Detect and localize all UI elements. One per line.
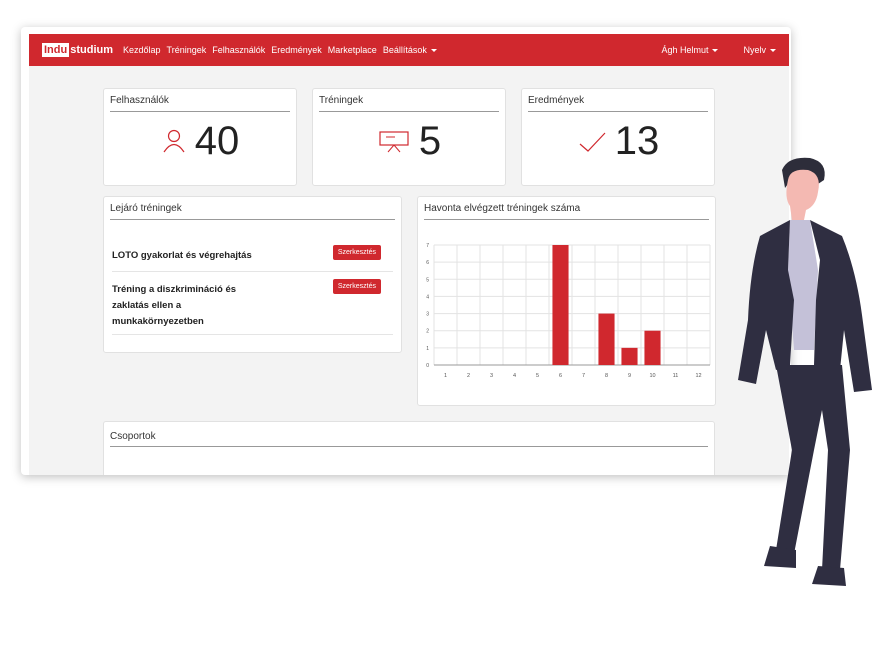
bar bbox=[552, 245, 569, 365]
nav-item-settings[interactable]: Beállítások bbox=[383, 45, 437, 55]
dashboard-content: Felhasználók 40 Tréningek 5 Eredmények 1… bbox=[29, 66, 789, 475]
x-tick-label: 10 bbox=[649, 373, 655, 379]
users-stat-value: 40 bbox=[194, 119, 240, 163]
chart-title: Havonta elvégzett tréningek száma bbox=[424, 203, 581, 214]
training-name: LOTO gyakorlat és végrehajtás bbox=[112, 250, 252, 261]
divider bbox=[528, 111, 708, 112]
bar bbox=[644, 330, 661, 365]
brand-logo[interactable]: Indu studium bbox=[42, 43, 113, 57]
x-tick-label: 1 bbox=[444, 373, 447, 379]
training-name: Tréning a diszkrimináció és zaklatás ell… bbox=[112, 284, 237, 327]
y-tick-label: 3 bbox=[426, 312, 429, 318]
expiring-trainings-title: Lejáró tréningek bbox=[110, 203, 182, 214]
y-tick-label: 4 bbox=[426, 294, 429, 300]
x-tick-label: 12 bbox=[695, 373, 701, 379]
y-tick-label: 2 bbox=[426, 329, 429, 335]
chevron-down-icon bbox=[712, 49, 719, 53]
trainings-stat-value: 5 bbox=[418, 119, 442, 163]
y-tick-label: 6 bbox=[426, 260, 429, 266]
nav-item-marketplace[interactable]: Marketplace bbox=[328, 45, 377, 55]
user-icon bbox=[163, 129, 185, 153]
person-illustration bbox=[738, 157, 872, 586]
x-tick-label: 5 bbox=[536, 373, 539, 379]
language-menu[interactable]: Nyelv bbox=[743, 45, 776, 55]
nav-item-trainings[interactable]: Tréningek bbox=[167, 45, 207, 55]
monthly-bar-chart: 012345671 2 3 4 5 6 7 8 9 10 11 12 bbox=[426, 243, 711, 379]
presentation-icon bbox=[379, 131, 409, 153]
edit-button[interactable]: Szerkesztés bbox=[332, 279, 381, 294]
x-tick-label: 3 bbox=[490, 373, 493, 379]
results-stat-card[interactable]: Eredmények 13 bbox=[521, 88, 715, 186]
chevron-down-icon bbox=[770, 49, 776, 53]
users-stat-title: Felhasználók bbox=[110, 95, 169, 106]
brand-logo-box: Indu bbox=[42, 43, 70, 57]
monthly-trainings-chart-card: Havonta elvégzett tréningek száma 012345… bbox=[417, 196, 716, 406]
brand-logo-text: studium bbox=[70, 44, 113, 56]
x-tick-label: 11 bbox=[673, 373, 679, 379]
row-divider bbox=[112, 271, 393, 272]
bar bbox=[598, 313, 615, 365]
x-tick-label: 2 bbox=[467, 373, 470, 379]
language-label: Nyelv bbox=[743, 45, 766, 55]
navbar: Indu studium Kezdőlap Tréningek Felhaszn… bbox=[29, 34, 789, 66]
divider bbox=[424, 219, 709, 220]
x-tick-label: 9 bbox=[628, 373, 631, 379]
trainings-stat-card[interactable]: Tréningek 5 bbox=[312, 88, 506, 186]
nav-item-users[interactable]: Felhasználók bbox=[212, 45, 265, 55]
app-window: Indu studium Kezdőlap Tréningek Felhaszn… bbox=[21, 27, 791, 475]
x-tick-label: 7 bbox=[582, 373, 585, 379]
bar bbox=[621, 347, 638, 365]
divider bbox=[110, 446, 708, 447]
trainings-stat-title: Tréningek bbox=[319, 95, 364, 106]
divider bbox=[110, 219, 395, 220]
results-stat-value: 13 bbox=[614, 119, 660, 163]
y-tick-label: 5 bbox=[426, 277, 429, 283]
groups-title: Csoportok bbox=[110, 431, 156, 442]
x-tick-label: 6 bbox=[559, 373, 562, 379]
expiring-trainings-card: Lejáró tréningek LOTO gyakorlat és végre… bbox=[103, 196, 402, 353]
x-tick-label: 4 bbox=[513, 373, 516, 379]
edit-button[interactable]: Szerkesztés bbox=[332, 245, 381, 260]
groups-card: Csoportok bbox=[103, 421, 715, 475]
user-name: Ágh Helmut bbox=[661, 45, 709, 55]
user-menu[interactable]: Ágh Helmut bbox=[661, 45, 719, 55]
chevron-down-icon bbox=[430, 49, 437, 53]
y-tick-label: 7 bbox=[426, 243, 429, 249]
y-tick-label: 0 bbox=[426, 363, 429, 369]
divider bbox=[319, 111, 499, 112]
x-tick-label: 8 bbox=[605, 373, 608, 379]
nav-item-results[interactable]: Eredmények bbox=[271, 45, 322, 55]
row-divider bbox=[112, 334, 393, 335]
nav-item-settings-label: Beállítások bbox=[382, 45, 427, 55]
y-tick-label: 1 bbox=[426, 346, 429, 352]
checkmark-icon bbox=[579, 132, 606, 152]
divider bbox=[110, 111, 290, 112]
nav-item-home[interactable]: Kezdőlap bbox=[123, 45, 161, 55]
users-stat-card[interactable]: Felhasználók 40 bbox=[103, 88, 297, 186]
results-stat-title: Eredmények bbox=[528, 95, 585, 106]
